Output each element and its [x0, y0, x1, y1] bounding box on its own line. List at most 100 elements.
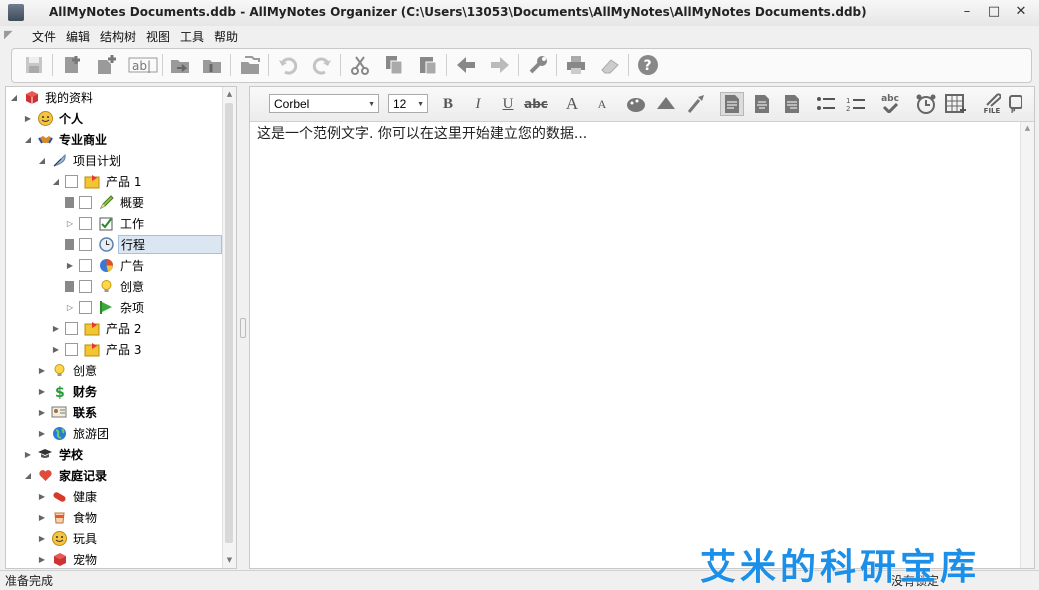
attach-file-icon[interactable]: FILE [980, 92, 1004, 116]
tree-item-misc[interactable]: ▷ 杂项 [64, 297, 146, 317]
bullet-list-icon[interactable] [814, 92, 838, 116]
clone-icon[interactable] [238, 53, 262, 77]
italic-button[interactable]: I [466, 92, 490, 116]
item-checkbox[interactable] [65, 321, 78, 335]
notes-tree[interactable]: ◢ 我的资料 ▶ 个人 ◢ 专业商业 ◢ 项目计划 ◢ 产品 1 概要 ▷ 工作 [5, 86, 237, 569]
scroll-thumb[interactable] [225, 103, 233, 543]
expand-arrow-icon[interactable]: ▷ [64, 217, 76, 229]
insert-table-icon[interactable] [944, 92, 968, 116]
tree-item-work[interactable]: ▷ 工作 [64, 213, 146, 233]
expand-arrow-icon[interactable]: ▶ [50, 343, 62, 355]
item-checkbox[interactable] [79, 258, 92, 272]
expand-arrow-icon[interactable]: ▶ [36, 364, 48, 376]
collapse-arrow-icon[interactable]: ◢ [22, 469, 34, 481]
tree-item-toys[interactable]: ▶ 玩具 [36, 528, 99, 548]
tree-item-family[interactable]: ◢ 家庭记录 [22, 465, 109, 485]
move-folder-icon[interactable] [168, 53, 192, 77]
tree-item-personal[interactable]: ▶ 个人 [22, 108, 85, 128]
collapse-arrow-icon[interactable]: ◢ [36, 154, 48, 166]
tree-item-travel[interactable]: ▶ 旅游团 [36, 423, 111, 443]
tree-item-ads[interactable]: ▶ 广告 [64, 255, 146, 275]
expand-arrow-icon[interactable]: ▶ [22, 112, 34, 124]
item-checkbox[interactable] [79, 216, 92, 230]
font-size-select[interactable]: 12 ▼ [388, 94, 428, 113]
print-icon[interactable] [564, 53, 588, 77]
align-center-icon[interactable] [750, 92, 774, 116]
close-button[interactable]: ✕ [1007, 3, 1035, 22]
tree-item-product-3[interactable]: ▶ 产品 3 [50, 339, 143, 359]
note-content[interactable]: 这是一个范例文字. 你可以在这里开始建立您的数据... [257, 123, 587, 143]
maximize-button[interactable]: □ [981, 3, 1007, 22]
app-logo-icon[interactable] [8, 4, 24, 21]
copy-icon[interactable] [382, 53, 406, 77]
splitter-grip[interactable] [240, 318, 246, 338]
expand-arrow-icon[interactable]: ▶ [22, 448, 34, 460]
paste-icon[interactable] [416, 53, 440, 77]
item-checkbox[interactable] [79, 237, 92, 251]
menu-view[interactable]: 视图 [146, 28, 170, 45]
expand-arrow-icon[interactable]: ▶ [36, 490, 48, 502]
expand-arrow-icon[interactable]: ▶ [36, 532, 48, 544]
add-note-icon[interactable] [60, 53, 84, 77]
numbered-list-icon[interactable]: 12 [844, 92, 868, 116]
menu-edit[interactable]: 编辑 [66, 28, 90, 45]
scroll-up-icon[interactable]: ▲ [1023, 124, 1032, 134]
align-left-icon[interactable] [720, 92, 744, 116]
underline-button[interactable]: U [496, 92, 520, 116]
tree-item-ideas[interactable]: 创意 [64, 276, 146, 296]
spellcheck-icon[interactable]: abc [878, 92, 902, 116]
forward-icon[interactable] [488, 53, 512, 77]
expand-arrow-icon[interactable]: ▶ [36, 406, 48, 418]
item-checkbox[interactable] [79, 195, 92, 209]
move-folder-alt-icon[interactable] [200, 53, 224, 77]
tree-item-ideas-2[interactable]: ▶ 创意 [36, 360, 99, 380]
collapse-arrow-icon[interactable]: ◢ [50, 175, 62, 187]
grow-font-button[interactable]: A [560, 92, 584, 116]
menu-tools[interactable]: 工具 [180, 28, 204, 45]
item-checkbox[interactable] [65, 174, 78, 188]
tree-item-health[interactable]: ▶ 健康 [36, 486, 99, 506]
collapse-arrow-icon[interactable]: ◢ [8, 91, 20, 103]
tree-item-finance[interactable]: ▶ $ 财务 [36, 381, 99, 401]
editor-scrollbar[interactable]: ▲ [1020, 122, 1034, 568]
text-color-icon[interactable] [624, 92, 648, 116]
tree-item-product-2[interactable]: ▶ 产品 2 [50, 318, 143, 338]
tree-item-my-data[interactable]: ◢ 我的资料 [8, 87, 95, 107]
expand-arrow-icon[interactable]: ▶ [36, 511, 48, 523]
save-icon[interactable] [22, 53, 46, 77]
menu-help[interactable]: 帮助 [214, 28, 238, 45]
scroll-up-icon[interactable]: ▲ [225, 89, 234, 99]
tree-item-contacts[interactable]: ▶ 联系 [36, 402, 99, 422]
shrink-font-button[interactable]: A [590, 92, 614, 116]
menu-tree[interactable]: 结构树 [100, 28, 136, 45]
expand-arrow-icon[interactable]: ▶ [36, 427, 48, 439]
tree-item-summary[interactable]: 概要 [64, 192, 146, 212]
tree-item-food[interactable]: ▶ 食物 [36, 507, 99, 527]
format-brush-icon[interactable] [684, 92, 708, 116]
panel-splitter[interactable] [239, 86, 246, 567]
expand-arrow-icon[interactable]: ▶ [64, 259, 76, 271]
menu-file[interactable]: 文件 [32, 28, 56, 45]
font-family-select[interactable]: Corbel ▼ [269, 94, 379, 113]
alarm-clock-icon[interactable] [914, 92, 938, 116]
add-child-note-icon[interactable] [94, 53, 118, 77]
item-checkbox[interactable] [65, 342, 78, 356]
highlight-color-icon[interactable] [654, 92, 678, 116]
bold-button[interactable]: B [436, 92, 460, 116]
settings-wrench-icon[interactable] [526, 53, 550, 77]
collapse-arrow-icon[interactable]: ◢ [22, 133, 34, 145]
tree-item-project-plan[interactable]: ◢ 项目计划 [36, 150, 123, 170]
item-checkbox[interactable] [79, 300, 92, 314]
expand-arrow-icon[interactable]: ▶ [50, 322, 62, 334]
tree-item-pets[interactable]: ▶ 宠物 [36, 549, 99, 568]
back-icon[interactable] [454, 53, 478, 77]
insert-picture-icon[interactable]: P [1008, 92, 1022, 116]
tree-scrollbar[interactable]: ▲ ▼ [222, 87, 236, 568]
eraser-icon[interactable] [598, 53, 622, 77]
expand-arrow-icon[interactable]: ▷ [64, 301, 76, 313]
rename-icon[interactable]: ab| [128, 53, 158, 77]
redo-icon[interactable] [310, 53, 334, 77]
item-checkbox[interactable] [79, 279, 92, 293]
cut-icon[interactable] [348, 53, 372, 77]
tree-item-product-1[interactable]: ◢ 产品 1 [50, 171, 143, 191]
